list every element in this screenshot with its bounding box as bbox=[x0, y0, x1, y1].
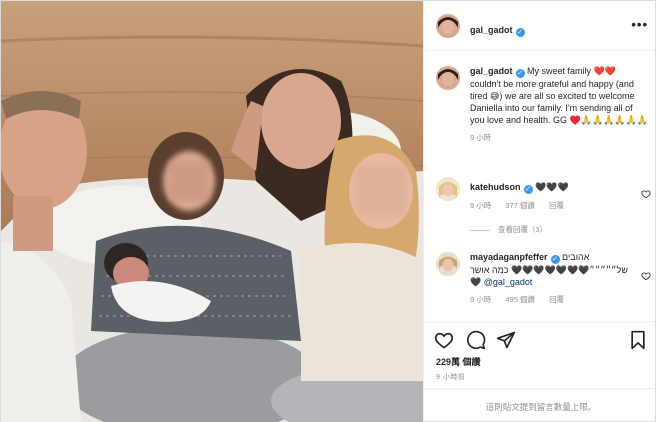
comment-username[interactable]: katehudson bbox=[470, 182, 521, 192]
comment-time[interactable]: 9 小時 bbox=[470, 295, 491, 304]
post-photo[interactable] bbox=[1, 1, 423, 422]
comment-likes[interactable]: 377 個讚 bbox=[505, 201, 535, 210]
heart-outline-icon[interactable] bbox=[641, 271, 651, 281]
instagram-post: gal_gadot ✓ ••• gal_gadot ✓ My sweet famil… bbox=[0, 0, 656, 422]
avatar[interactable] bbox=[436, 252, 460, 276]
avatar[interactable] bbox=[436, 14, 460, 38]
family-photo-image bbox=[1, 1, 423, 422]
comment-username[interactable]: mayadaganpfeffer bbox=[470, 252, 548, 262]
reply-button[interactable]: 回覆 bbox=[549, 201, 564, 210]
view-replies-label: 查看回覆（3） bbox=[498, 225, 548, 234]
verified-badge-icon: ✓ bbox=[550, 255, 560, 264]
verified-badge-icon: ✓ bbox=[515, 69, 525, 78]
bookmark-icon[interactable] bbox=[628, 330, 648, 350]
comment-text-line1: אהובים bbox=[562, 252, 590, 262]
post-header: gal_gadot ✓ ••• bbox=[424, 1, 656, 51]
caption-username[interactable]: gal_gadot bbox=[470, 66, 513, 76]
caption-time[interactable]: 9 小時 bbox=[470, 133, 491, 142]
verified-badge-icon: ✓ bbox=[515, 28, 525, 37]
comment-likes[interactable]: 495 個讚 bbox=[505, 295, 535, 304]
comments-list: gal_gadot ✓ My sweet family ❤️❤️ couldn't… bbox=[424, 51, 656, 321]
post-username[interactable]: gal_gadot bbox=[470, 25, 513, 35]
comment-icon[interactable] bbox=[466, 330, 486, 350]
comment-text-line2: של״״״״״🖤🖤🖤🖤🖤🖤🖤 כמה אושר bbox=[470, 265, 628, 275]
send-icon[interactable] bbox=[496, 330, 516, 350]
comment-text-line3: 🖤 @gal_gadot bbox=[470, 277, 533, 287]
avatar[interactable] bbox=[436, 66, 460, 90]
post-side-panel: gal_gadot ✓ ••• gal_gadot ✓ My sweet famil… bbox=[423, 1, 656, 422]
heart-outline-icon[interactable] bbox=[641, 189, 651, 199]
comments-limit-notice: 這則貼文提到留言數量上限。 bbox=[424, 388, 656, 422]
view-replies-button[interactable]: 查看回覆（3） bbox=[470, 224, 547, 235]
post-actions: 229萬 個讚 9 小時前 這則貼文提到留言數量上限。 bbox=[424, 321, 656, 422]
comment-text: 🖤🖤🖤 bbox=[535, 182, 569, 192]
avatar[interactable] bbox=[436, 177, 460, 201]
posted-time[interactable]: 9 小時前 bbox=[436, 372, 465, 382]
reply-button[interactable]: 回覆 bbox=[549, 295, 564, 304]
comment-time[interactable]: 9 小時 bbox=[470, 201, 491, 210]
likes-count[interactable]: 229萬 個讚 bbox=[436, 355, 481, 368]
more-horizontal-icon[interactable]: ••• bbox=[631, 17, 648, 32]
heart-outline-icon[interactable] bbox=[434, 330, 454, 350]
verified-badge-icon: ✓ bbox=[523, 185, 533, 194]
